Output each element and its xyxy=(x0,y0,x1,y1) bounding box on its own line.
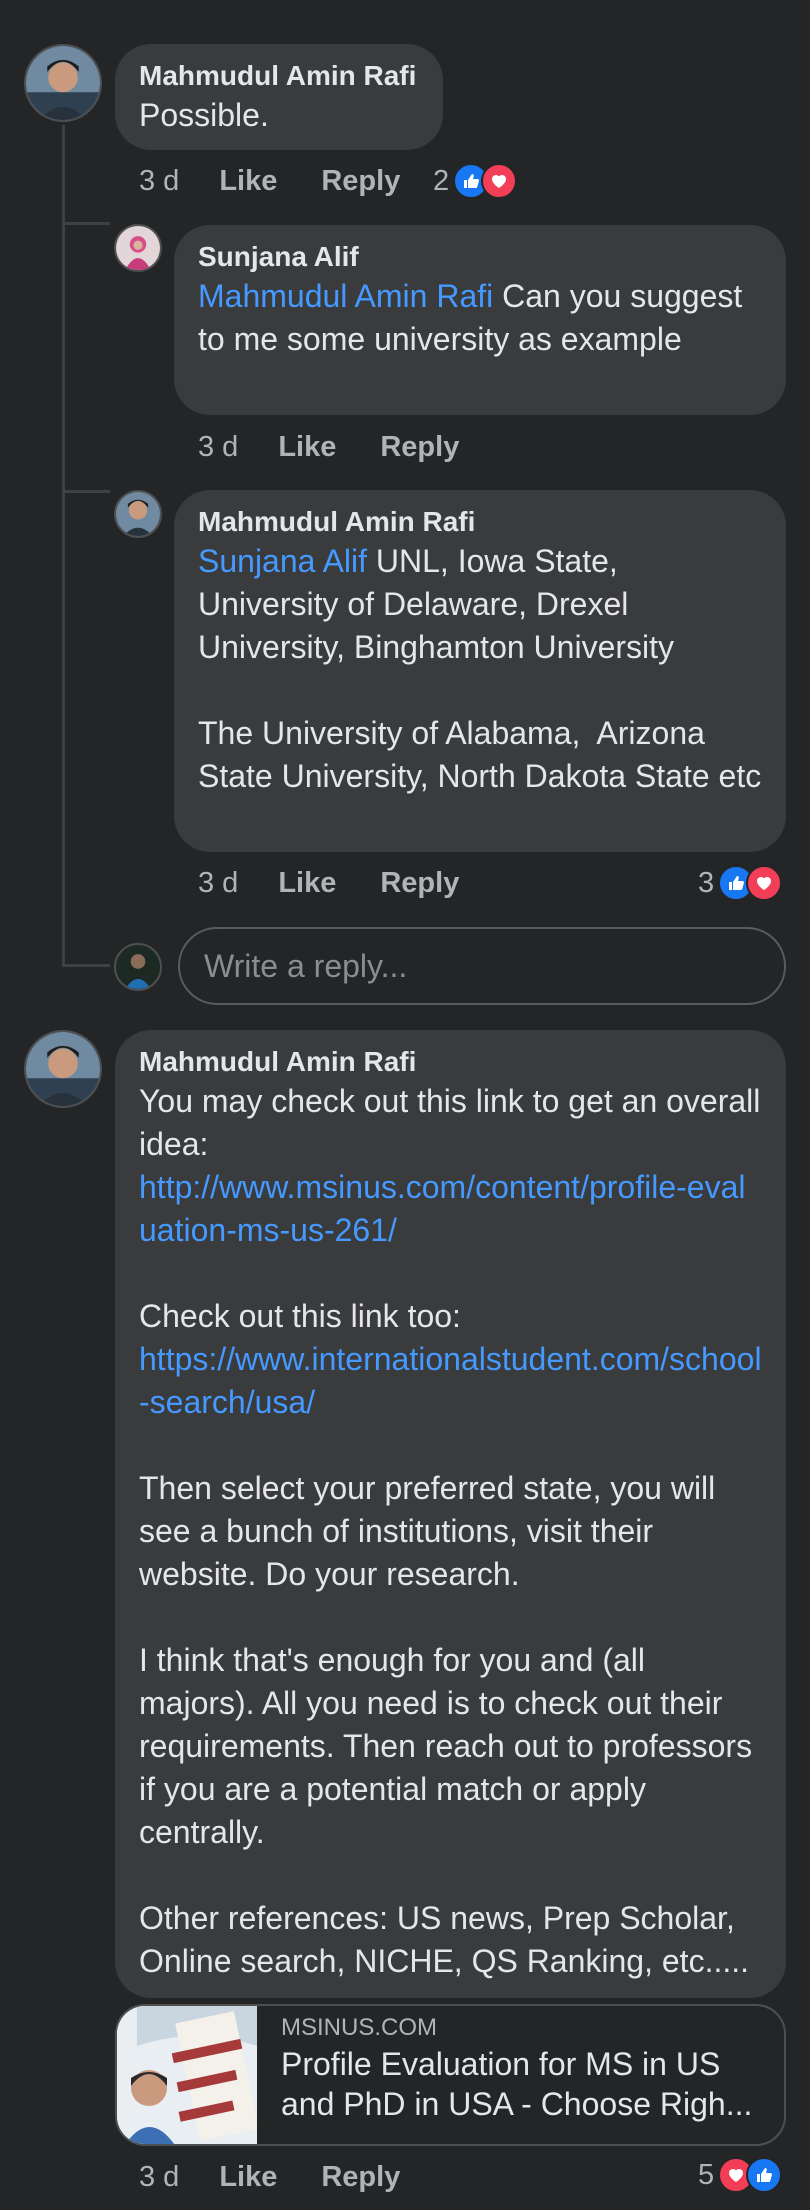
comment-author[interactable]: Sunjana Alif xyxy=(198,239,762,275)
link-url[interactable]: http://www.msinus.com/content/profile-ev… xyxy=(139,1166,762,1252)
comment-body: UNL, Iowa State, University of Delaware,… xyxy=(198,543,762,794)
comment-text: You may check out this link to get an ov… xyxy=(139,1083,770,1162)
reply-button[interactable]: Reply xyxy=(321,163,400,199)
comment-actions: 3 d Like Reply xyxy=(139,163,400,199)
love-reaction-icon xyxy=(746,865,783,901)
link-preview-thumbnail xyxy=(117,2006,257,2144)
comment-author[interactable]: Mahmudul Amin Rafi xyxy=(139,1044,762,1080)
avatar[interactable] xyxy=(114,224,162,272)
thread-line-vertical xyxy=(62,125,65,965)
comment-bubble: Mahmudul Amin Rafi Possible. xyxy=(115,44,443,150)
thread-line-branch-2 xyxy=(62,490,110,493)
reply-input[interactable]: Write a reply... xyxy=(178,927,786,1005)
avatar[interactable] xyxy=(24,1030,102,1108)
reaction-count: 3 xyxy=(698,866,715,899)
comment-text: Possible. xyxy=(139,97,269,133)
comment-bubble: Mahmudul Amin Rafi Sunjana Alif UNL, Iow… xyxy=(174,490,786,852)
comment-actions: 3 d Like Reply xyxy=(198,429,459,465)
comment-text: Then select your preferred state, you wi… xyxy=(139,1470,753,1979)
reply-button[interactable]: Reply xyxy=(380,429,459,465)
thread-line-branch-1 xyxy=(62,222,110,225)
comment-timestamp[interactable]: 3 d xyxy=(139,2159,179,2195)
comment-bubble: Mahmudul Amin Rafi You may check out thi… xyxy=(115,1030,786,1998)
mention-link[interactable]: Mahmudul Amin Rafi xyxy=(198,278,493,314)
avatar xyxy=(114,943,162,991)
comment-author[interactable]: Mahmudul Amin Rafi xyxy=(198,504,762,540)
reply-button[interactable]: Reply xyxy=(321,2159,400,2195)
comment-timestamp[interactable]: 3 d xyxy=(198,865,238,901)
like-button[interactable]: Like xyxy=(219,2159,277,2195)
reply-input-placeholder: Write a reply... xyxy=(204,947,408,984)
like-button[interactable]: Like xyxy=(278,429,336,465)
link-url[interactable]: https://www.internationalstudent.com/sch… xyxy=(139,1338,762,1424)
avatar[interactable] xyxy=(114,490,162,538)
love-reaction-icon xyxy=(481,163,518,199)
comment-actions: 3 d Like Reply xyxy=(139,2159,400,2195)
thread-line-branch-3 xyxy=(62,964,110,967)
reaction-summary[interactable]: 5 xyxy=(698,2157,783,2193)
comment-timestamp[interactable]: 3 d xyxy=(139,163,179,199)
like-reaction-icon xyxy=(746,2157,783,2193)
comment-text: Mahmudul Amin Rafi Can you suggest to me… xyxy=(198,275,762,361)
comment-author[interactable]: Mahmudul Amin Rafi xyxy=(139,58,419,94)
avatar[interactable] xyxy=(24,44,102,122)
reaction-summary[interactable]: 3 xyxy=(698,865,783,901)
like-button[interactable]: Like xyxy=(219,163,277,199)
comment-timestamp[interactable]: 3 d xyxy=(198,429,238,465)
link-preview-domain: MSINUS.COM xyxy=(281,2014,437,2041)
comment-text: Check out this link too: xyxy=(139,1298,461,1334)
reaction-summary[interactable]: 2 xyxy=(433,163,518,199)
reaction-count: 5 xyxy=(698,2158,715,2191)
reply-button[interactable]: Reply xyxy=(380,865,459,901)
comment-bubble: Sunjana Alif Mahmudul Amin Rafi Can you … xyxy=(174,225,786,415)
comment-actions: 3 d Like Reply xyxy=(198,865,459,901)
link-preview-card[interactable]: MSINUS.COM Profile Evaluation for MS in … xyxy=(115,2004,786,2146)
like-button[interactable]: Like xyxy=(278,865,336,901)
mention-link[interactable]: Sunjana Alif xyxy=(198,543,367,579)
comment-text: Sunjana Alif UNL, Iowa State, University… xyxy=(198,540,762,798)
reaction-count: 2 xyxy=(433,164,450,197)
link-preview-title: Profile Evaluation for MS in US and PhD … xyxy=(281,2046,753,2122)
